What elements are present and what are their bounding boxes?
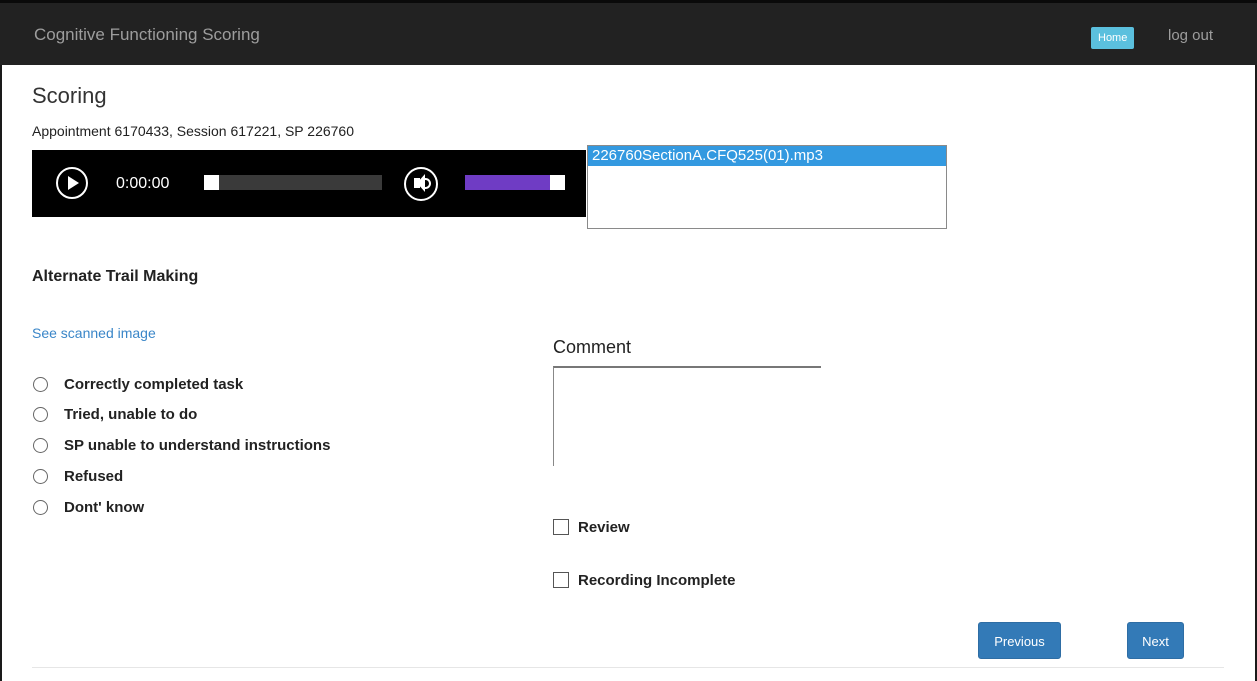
app-brand[interactable]: Cognitive Functioning Scoring bbox=[34, 25, 260, 45]
recording-incomplete-row[interactable]: Recording Incomplete bbox=[553, 570, 736, 590]
comment-textarea[interactable] bbox=[553, 366, 821, 466]
option-dont-know[interactable]: Dont' know bbox=[33, 497, 144, 517]
scanned-image-link[interactable]: See scanned image bbox=[32, 325, 156, 341]
radio-label: Refused bbox=[64, 467, 124, 485]
logout-link[interactable]: log out bbox=[1168, 27, 1213, 44]
home-button[interactable]: Home bbox=[1091, 27, 1135, 49]
radio-label: Dont' know bbox=[64, 498, 145, 516]
radio-button[interactable] bbox=[33, 468, 48, 484]
recording-incomplete-checkbox[interactable] bbox=[553, 572, 569, 588]
seek-thumb[interactable] bbox=[204, 175, 219, 190]
option-unable-to-understand[interactable]: SP unable to understand instructions bbox=[33, 435, 330, 455]
page-title: Scoring bbox=[32, 83, 107, 108]
review-checkbox[interactable] bbox=[553, 519, 569, 535]
volume-icon[interactable] bbox=[404, 167, 438, 201]
radio-label: SP unable to understand instructions bbox=[64, 436, 331, 454]
top-navbar: Cognitive Functioning Scoring Home log o… bbox=[0, 0, 1257, 65]
volume-thumb[interactable] bbox=[550, 175, 565, 190]
radio-button[interactable] bbox=[33, 406, 48, 422]
play-icon[interactable] bbox=[56, 167, 88, 199]
speaker-cone bbox=[417, 174, 425, 192]
option-refused[interactable]: Refused bbox=[33, 466, 123, 486]
sound-wave bbox=[425, 178, 431, 189]
comment-label: Comment bbox=[553, 337, 632, 357]
radio-button[interactable] bbox=[33, 376, 48, 392]
option-tried-unable[interactable]: Tried, unable to do bbox=[33, 404, 197, 424]
radio-button[interactable] bbox=[33, 499, 48, 515]
seek-bar[interactable] bbox=[204, 175, 382, 190]
appointment-info: Appointment 6170433, Session 617221, SP … bbox=[32, 123, 354, 139]
section-title: Alternate Trail Making bbox=[32, 268, 199, 285]
recording-file-list[interactable]: 226760SectionA.CFQ525(01).mp3 bbox=[587, 145, 947, 229]
review-checkbox-row[interactable]: Review bbox=[553, 517, 630, 537]
playback-time: 0:00:00 bbox=[116, 175, 170, 192]
footer-divider bbox=[32, 667, 1224, 668]
audio-player: 0:00:00 bbox=[32, 150, 586, 217]
radio-label: Tried, unable to do bbox=[64, 405, 198, 423]
radio-button[interactable] bbox=[33, 437, 48, 453]
option-correctly-completed[interactable]: Correctly completed task bbox=[33, 374, 243, 394]
review-label: Review bbox=[578, 518, 630, 536]
next-button[interactable]: Next bbox=[1127, 622, 1184, 659]
radio-label: Correctly completed task bbox=[64, 375, 244, 393]
volume-slider[interactable] bbox=[465, 175, 565, 190]
recording-incomplete-label: Recording Incomplete bbox=[578, 571, 736, 589]
previous-button[interactable]: Previous bbox=[978, 622, 1061, 659]
file-list-item[interactable]: 226760SectionA.CFQ525(01).mp3 bbox=[588, 146, 946, 166]
